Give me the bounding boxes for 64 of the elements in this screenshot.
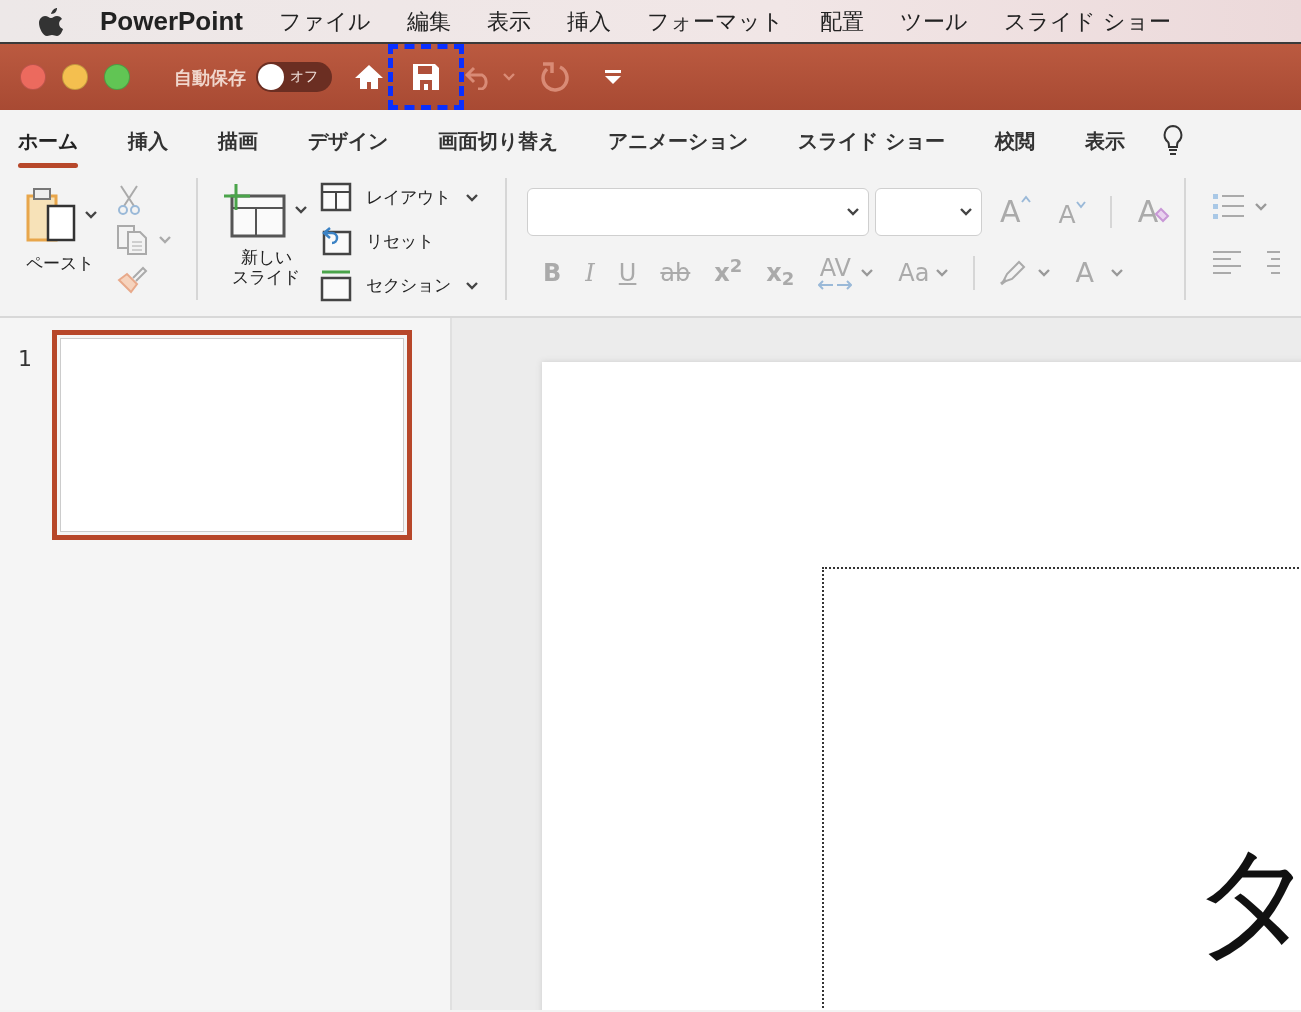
align-left-icon[interactable]: [1212, 250, 1243, 276]
menu-item[interactable]: ツール: [900, 4, 968, 38]
apple-icon[interactable]: [38, 6, 64, 36]
menu-item[interactable]: ファイル: [279, 4, 371, 38]
menu-item[interactable]: フォーマット: [647, 4, 784, 38]
align-center-icon[interactable]: [1266, 250, 1281, 276]
caret-icon: [84, 210, 98, 220]
new-slide-icon: [224, 182, 286, 238]
font-size-field[interactable]: [875, 188, 982, 236]
ribbon-tab[interactable]: 校閲: [994, 120, 1035, 168]
button-label: スライド: [232, 267, 300, 288]
caret-icon: [959, 207, 973, 217]
customize-icon[interactable]: [604, 69, 622, 85]
menu-item[interactable]: 表示: [487, 4, 531, 38]
section-icon: [320, 270, 352, 302]
copy-button[interactable]: [116, 224, 172, 256]
scissors-icon[interactable]: [116, 184, 142, 216]
caret-icon: [1109, 268, 1124, 278]
arrows-icon: [818, 280, 853, 290]
caret-up-icon: [1020, 194, 1031, 203]
caret-icon: [846, 207, 860, 217]
caret-icon: [860, 268, 875, 278]
ribbon-tab[interactable]: デザイン: [308, 120, 388, 168]
caret-icon: [935, 268, 950, 278]
autosave-label: 自動保存: [174, 65, 246, 90]
highlight-button[interactable]: [999, 260, 1052, 286]
paintbrush-icon[interactable]: [116, 264, 148, 294]
ribbon-tab[interactable]: アニメーション: [608, 120, 748, 168]
menu-item[interactable]: 挿入: [567, 4, 611, 38]
slide-layout-button[interactable]: レイアウト: [320, 182, 479, 214]
slide-reset-button[interactable]: リセット: [320, 226, 479, 258]
slide-thumbnail[interactable]: [52, 330, 412, 540]
menu-item[interactable]: 編集: [407, 4, 451, 38]
home-icon[interactable]: [354, 63, 384, 91]
caret-icon: [294, 205, 308, 215]
ribbon-tab[interactable]: 表示: [1084, 120, 1125, 168]
zoom-button[interactable]: [104, 64, 130, 90]
caret-icon: [158, 235, 172, 245]
caret-icon: [1075, 200, 1086, 209]
paste-button[interactable]: ペースト: [22, 184, 98, 316]
ribbon-tab[interactable]: 画面切り替え: [438, 120, 558, 168]
layout-icon: [320, 182, 352, 214]
menu-item[interactable]: 配置: [820, 4, 864, 38]
slide-number: 1: [18, 345, 32, 373]
caret-icon: [502, 72, 516, 82]
ribbon-tab[interactable]: 描画: [218, 120, 258, 168]
caret-icon: [1254, 202, 1269, 212]
ribbon-tab[interactable]: 挿入: [128, 120, 168, 168]
autosave-toggle[interactable]: オフ: [256, 62, 332, 92]
ribbon-tab[interactable]: スライド ショー: [798, 120, 945, 168]
reset-icon: [320, 226, 352, 258]
bullet-list-icon: [1212, 192, 1247, 222]
new-slide-button[interactable]: 新しい スライド: [198, 170, 308, 316]
slide-text: タ: [1192, 840, 1301, 962]
copy-icon: [116, 224, 150, 256]
font-name-field[interactable]: [527, 188, 869, 236]
slide-section-button[interactable]: セクション: [320, 270, 479, 302]
minimize-button[interactable]: [62, 64, 88, 90]
button-label: 新しい: [240, 248, 292, 268]
menu-item[interactable]: スライド ショー: [1004, 4, 1171, 38]
ribbon-tab[interactable]: ホーム: [18, 120, 78, 168]
caret-icon: [1037, 268, 1052, 278]
close-button[interactable]: [20, 64, 46, 90]
app-name[interactable]: PowerPoint: [100, 1, 243, 41]
